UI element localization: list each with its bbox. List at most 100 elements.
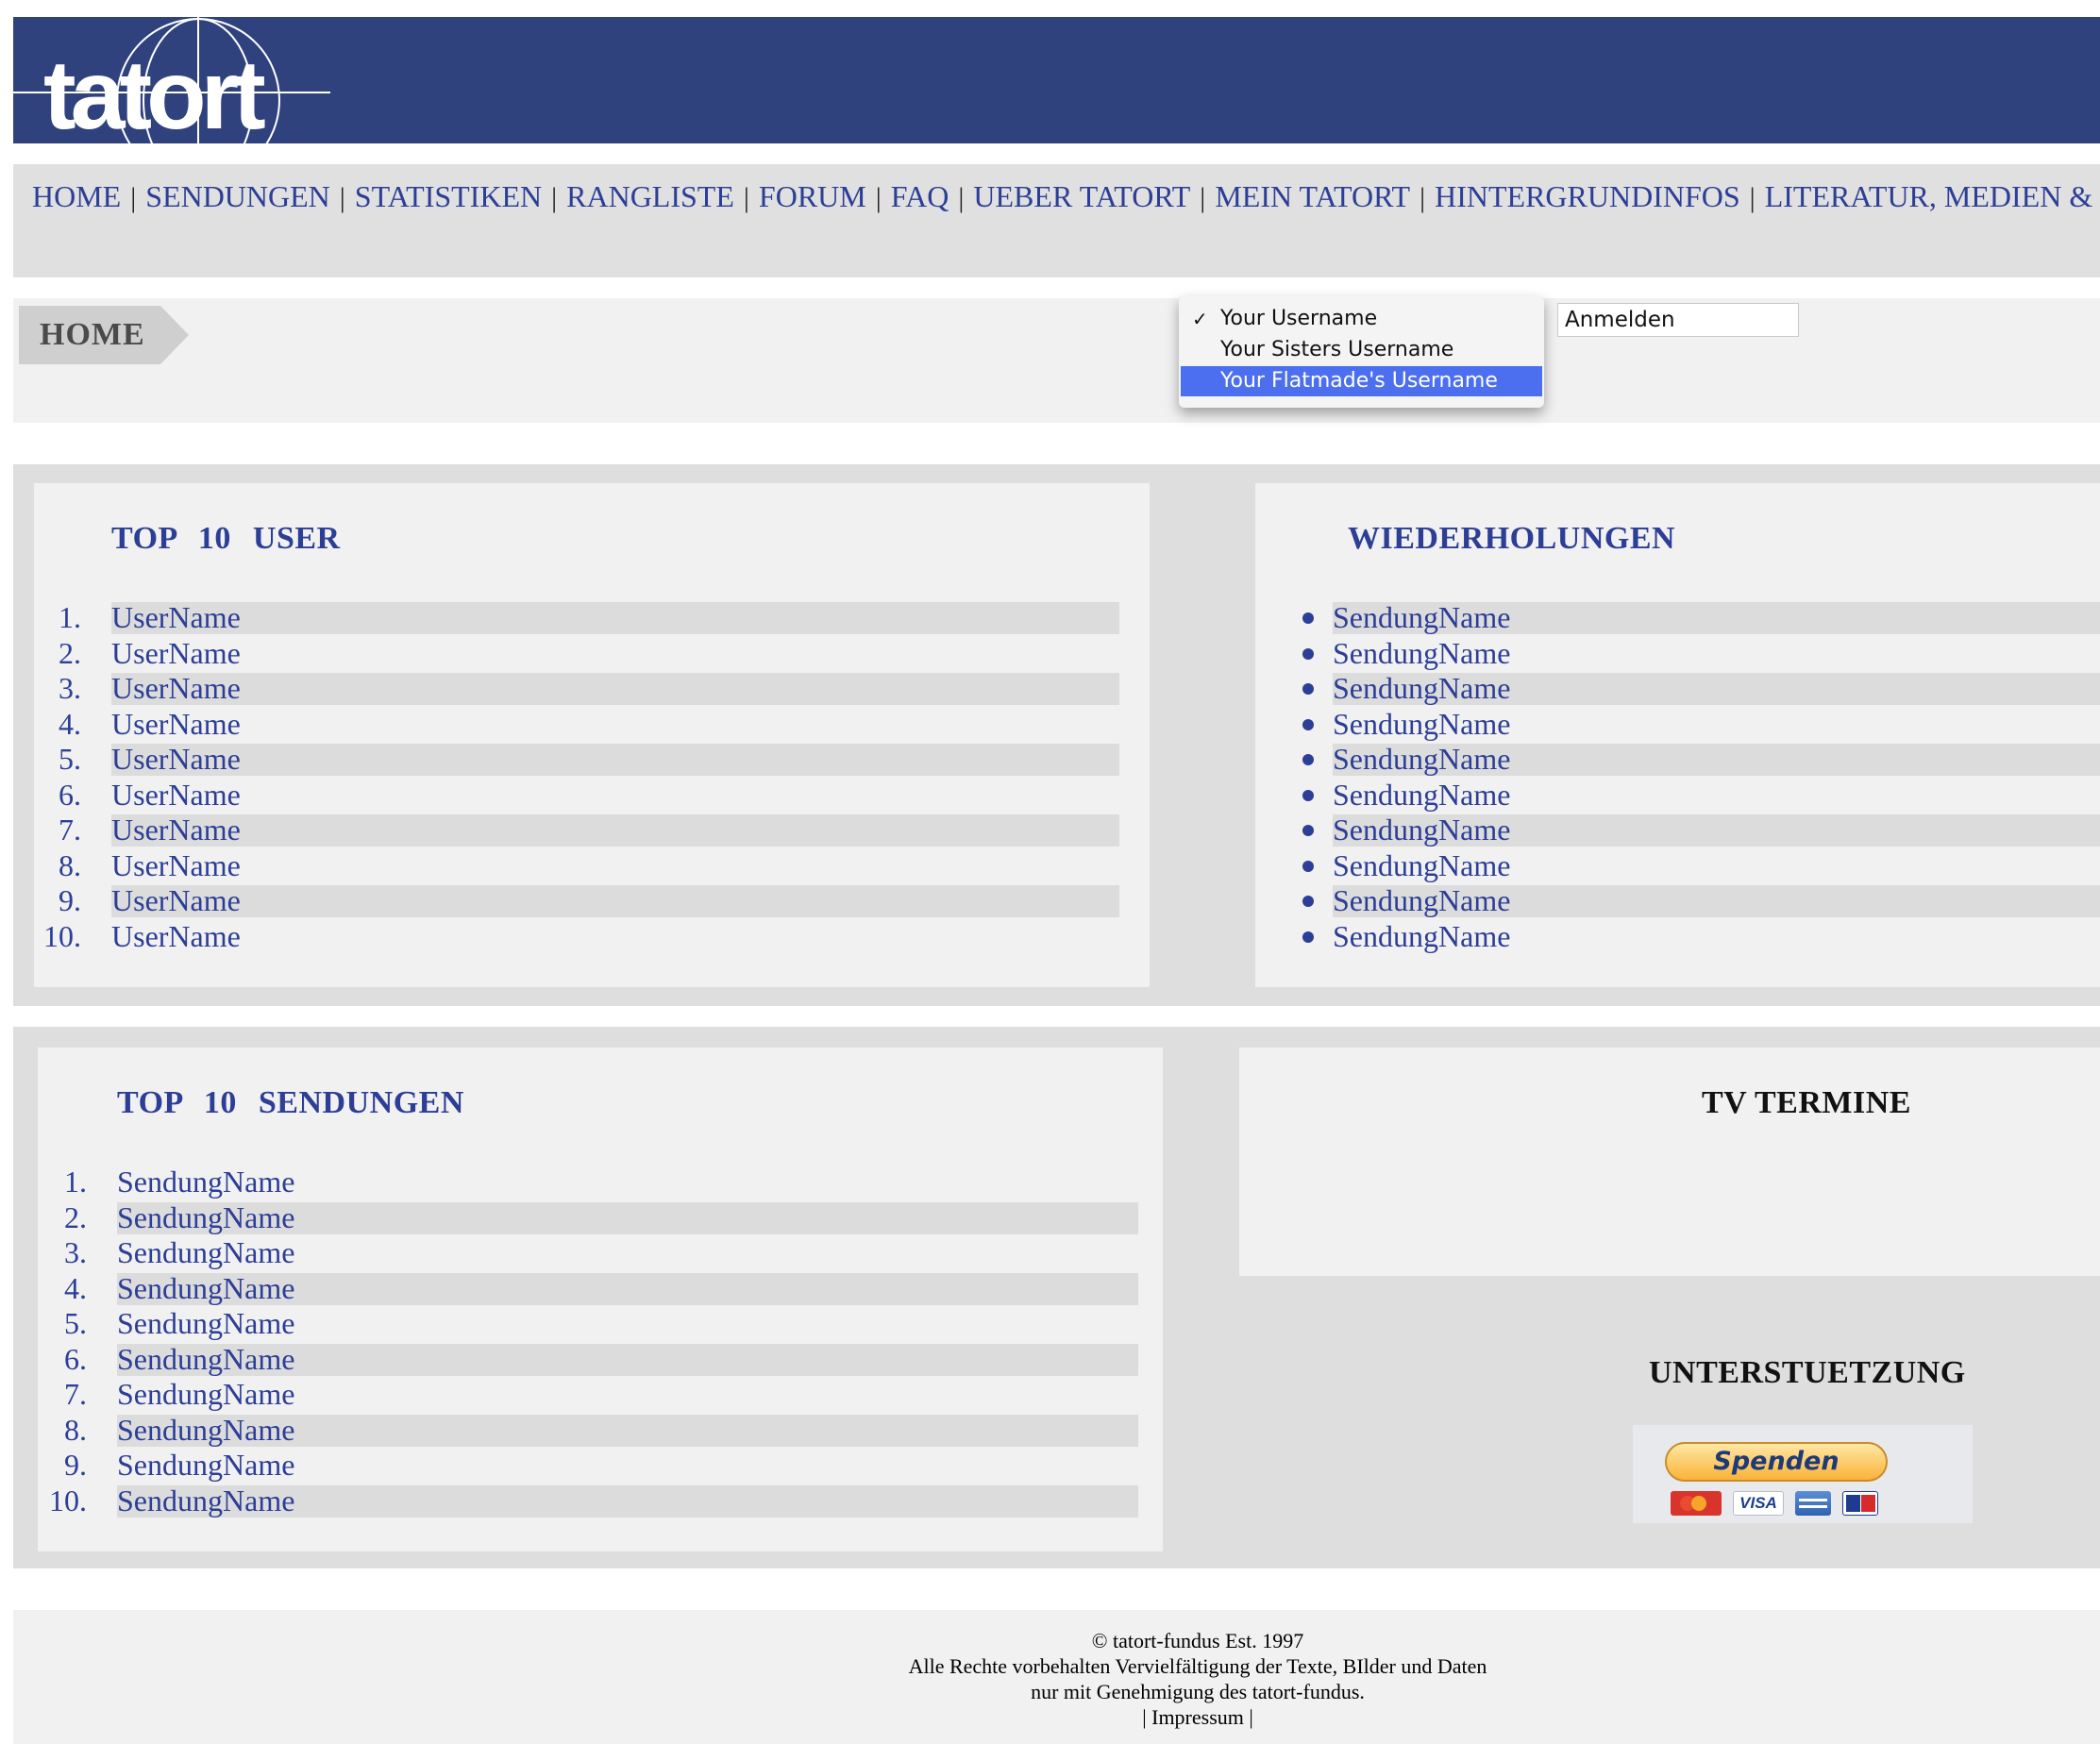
nav-separator: | [958,182,965,213]
sendung-link[interactable]: SendungName [1333,636,1510,671]
maestro-ec-icon [1842,1491,1878,1516]
breadcrumb[interactable]: HOME [19,306,189,364]
sendung-link[interactable]: SendungName [117,1342,294,1377]
top-sendungen-title: TOP 10 SENDUNGEN [117,1085,464,1120]
user-link[interactable]: UserName [111,671,241,706]
user-link[interactable]: UserName [111,600,241,635]
sendung-link[interactable]: SendungName [1333,813,1510,847]
list-number: 1. [64,1165,87,1199]
username-option-sister[interactable]: Your Sisters Username [1181,335,1542,365]
username-dropdown-menu[interactable]: ✓ Your Username Your Sisters Username Yo… [1179,296,1544,408]
sendung-link[interactable]: SendungName [1333,778,1510,813]
footer-rights-line1: Alle Rechte vorbehalten Vervielfältigung… [908,1654,1487,1678]
list-number: 5. [59,742,81,776]
nav-separator: | [551,182,558,213]
nav-separator: | [1420,182,1426,213]
user-link[interactable]: UserName [111,707,241,742]
username-option-own[interactable]: ✓ Your Username [1181,304,1542,334]
user-link[interactable]: UserName [111,813,241,847]
footer: © tatort-fundus Est. 1997 Alle Rechte vo… [13,1610,2100,1744]
list-number: 7. [64,1377,87,1411]
list-number: 9. [59,883,81,917]
row-stripe [111,814,1119,847]
list-number: 2. [59,635,81,670]
sendung-link[interactable]: SendungName [1333,707,1510,742]
list-number: 8. [64,1412,87,1447]
sendung-link[interactable]: SendungName [117,1271,294,1306]
sendung-link[interactable]: SendungName [1333,600,1510,635]
list-number: 2. [64,1199,87,1234]
username-option-flatmate[interactable]: Your Flatmade's Username [1181,366,1542,396]
nav-link[interactable]: STATISTIKEN [355,179,542,213]
list-number: 9. [64,1448,87,1482]
impressum-link[interactable]: | Impressum | [1142,1705,1253,1730]
list-number: 6. [59,777,81,812]
sendung-link[interactable]: SendungName [1333,848,1510,883]
user-link[interactable]: UserName [111,848,241,883]
sendung-link[interactable]: SendungName [117,1448,294,1483]
nav-link[interactable]: FAQ [891,179,949,213]
user-link[interactable]: UserName [111,919,241,954]
sendung-link[interactable]: SendungName [1333,742,1510,777]
donate-label: Spenden [1713,1447,1840,1476]
bullet-icon [1302,647,1314,660]
support-title: UNTERSTUETZUNG [1649,1355,1966,1390]
nav-separator: | [130,182,137,213]
user-link[interactable]: UserName [111,883,241,918]
row-stripe [111,602,1119,634]
option-label: Your Flatmade's Username [1220,369,1498,393]
nav-link[interactable]: MEIN TATORT [1215,179,1410,213]
login-input[interactable] [1557,303,1799,337]
bullet-icon [1302,754,1314,765]
sendung-link[interactable]: SendungName [117,1413,294,1448]
bullet-icon [1302,789,1314,801]
top-users-panel: TOP 10 USER 1. UserName 2. UserName 3. UserNa… [34,483,1150,987]
nav-separator: | [1749,182,1756,213]
sendung-link[interactable]: SendungName [117,1377,294,1412]
sendung-link[interactable]: SendungName [117,1200,294,1235]
nav-separator: | [1200,182,1206,213]
user-link[interactable]: UserName [111,636,241,671]
checkmark-icon: ✓ [1192,308,1208,330]
row-stripe [111,885,1119,917]
sendung-link[interactable]: SendungName [117,1484,294,1518]
nav-link[interactable]: LITERATUR, MEDIEN & FANA [1765,179,2100,213]
sendung-link[interactable]: SendungName [117,1165,294,1199]
visa-label: VISA [1739,1494,1777,1512]
list-number: 1. [59,600,81,634]
list-number: 5. [64,1306,87,1340]
amex-icon [1795,1491,1831,1516]
bullet-icon [1302,896,1314,907]
nav-link[interactable]: FORUM [759,179,866,213]
top-users-title: TOP 10 USER [111,521,341,556]
nav-link[interactable]: SENDUNGEN [145,179,330,213]
top-section: TOP 10 USER 1. UserName 2. UserName 3. UserNa… [13,464,2100,1006]
sendung-link[interactable]: SendungName [1333,671,1510,706]
user-link[interactable]: UserName [111,778,241,813]
user-link[interactable]: UserName [111,742,241,777]
row-stripe [111,673,1119,705]
donate-widget: Spenden VISA [1633,1425,1973,1523]
top-sendungen-panel: TOP 10 SENDUNGEN 1. SendungName 2. SendungN… [38,1048,1163,1551]
bullet-icon [1302,718,1314,730]
breadcrumb-label: HOME [40,317,145,352]
donate-button[interactable]: Spenden [1665,1442,1888,1482]
nav-link[interactable]: HOME [32,179,121,213]
sendung-link[interactable]: SendungName [1333,883,1510,918]
option-label: Your Sisters Username [1220,338,1454,361]
sendung-link[interactable]: SendungName [1333,919,1510,954]
sendung-link[interactable]: SendungName [117,1306,294,1341]
sendung-link[interactable]: SendungName [117,1235,294,1270]
nav-separator: | [743,182,749,213]
visa-icon: VISA [1733,1491,1784,1516]
row-stripe [111,744,1119,776]
main-nav: HOME | SENDUNGEN | STATISTIKEN | RANGLISTE | FOR… [13,164,2100,277]
list-number: 3. [64,1235,87,1269]
nav-separator: | [875,182,882,213]
nav-link[interactable]: HINTERGRUNDINFOS [1435,179,1740,213]
nav-links: HOME | SENDUNGEN | STATISTIKEN | RANGLISTE | FOR… [32,179,2100,214]
nav-link[interactable]: RANGLISTE [566,179,734,213]
mastercard-icon [1671,1491,1722,1516]
tatort-logo[interactable]: tatort [13,17,353,143]
nav-link[interactable]: UEBER TATORT [973,179,1190,213]
